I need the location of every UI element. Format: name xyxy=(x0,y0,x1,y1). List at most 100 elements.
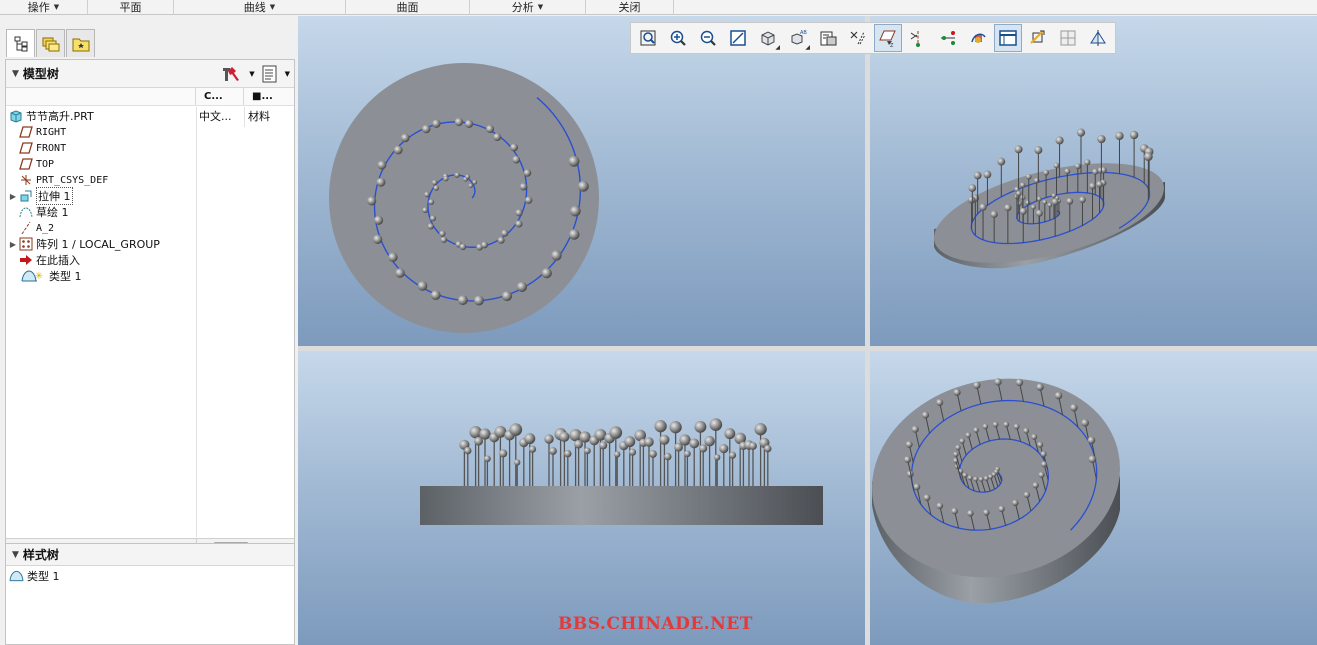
tree-root-item[interactable]: 节节高升.PRT xyxy=(8,108,94,124)
viewport-front-view[interactable]: BBS.CHINADE.NET xyxy=(298,351,865,645)
iso-view-2-model xyxy=(872,378,1120,604)
point-display-icon xyxy=(941,31,955,45)
datum-axis-icon xyxy=(18,221,33,235)
tree-item-0[interactable]: RIGHT xyxy=(8,124,66,140)
collapse-triangle-icon[interactable]: ▼ xyxy=(12,69,19,79)
tree-item-label: PRT_CSYS_DEF xyxy=(36,174,109,186)
display-style-button[interactable]: ◢ xyxy=(754,24,782,52)
ribbon-group-label: 操作 xyxy=(27,1,50,14)
front-view-model xyxy=(420,418,823,525)
style-tree-item[interactable]: 类型 1 xyxy=(9,568,60,584)
chevron-down-icon: ▼ xyxy=(269,3,276,11)
zoom-out-button[interactable] xyxy=(694,24,722,52)
style-tree-item-label: 类型 1 xyxy=(27,570,60,583)
perspective-button[interactable] xyxy=(844,24,872,52)
tree-item-5[interactable]: 草绘 1 xyxy=(8,204,69,220)
tree-item-label: TOP xyxy=(36,158,55,170)
tree-item-1[interactable]: FRONT xyxy=(8,140,66,156)
ribbon-group-label: 分析 xyxy=(511,1,534,14)
sketch-icon xyxy=(18,205,33,219)
ribbon-group-2[interactable]: 曲线 ▼ xyxy=(174,0,346,15)
plane-display-icon: Z xyxy=(879,30,896,48)
csys-display-button[interactable] xyxy=(964,24,992,52)
navigator-panel: ▼ 模型树 ▼ ▼ C... ■... 节节高升.PRT 中文... 材料 RI… xyxy=(0,16,297,645)
axis-display-icon xyxy=(910,31,920,47)
style-tree-header: ▼ 样式树 xyxy=(6,544,294,566)
watermark-text: BBS.CHINADE.NET xyxy=(558,614,753,634)
favorites-tab[interactable] xyxy=(66,29,95,57)
multi-view-button[interactable] xyxy=(1054,24,1082,52)
style-icon xyxy=(9,569,24,583)
expand-arrow-icon[interactable]: ▶ xyxy=(8,192,18,201)
show-options-icon[interactable] xyxy=(261,65,279,83)
plane-display-button[interactable]: Z xyxy=(874,24,902,52)
root-col1-value: 中文... xyxy=(199,110,232,123)
tree-item-7[interactable]: ▶ 阵列 1 / LOCAL_GROUP xyxy=(8,236,160,252)
style-icon: ✳ xyxy=(18,269,46,283)
viewport-top-view[interactable] xyxy=(298,16,865,346)
tree-item-6[interactable]: A_2 xyxy=(8,220,54,236)
collapse-triangle-icon[interactable]: ▼ xyxy=(12,550,19,560)
style-tree-title: 样式树 xyxy=(22,548,59,562)
tangent-edges-button[interactable] xyxy=(1084,24,1112,52)
view-manager-button[interactable] xyxy=(814,24,842,52)
tree-item-label: 在此插入 xyxy=(36,254,80,267)
column-header-2[interactable]: ■... xyxy=(244,88,294,105)
ribbon-group-3[interactable]: 曲面 xyxy=(346,0,470,15)
expand-arrow-icon[interactable]: ▶ xyxy=(8,240,18,249)
style-tree-panel: ▼ 样式树 类型 1 xyxy=(5,543,295,645)
svg-text:Z: Z xyxy=(890,43,894,48)
model-tree-tab[interactable] xyxy=(6,29,35,57)
tree-item-4[interactable]: ▶ 拉伸 1 xyxy=(8,187,73,205)
axis-display-button[interactable] xyxy=(904,24,932,52)
viewport-iso-view-2[interactable] xyxy=(870,351,1317,645)
spin-center-button[interactable] xyxy=(994,24,1022,52)
tree-item-label: FRONT xyxy=(36,142,67,154)
saved-orientations-button[interactable]: AB ◢ xyxy=(784,24,812,52)
zoom-out-icon xyxy=(700,30,716,46)
ribbon-group-0[interactable]: 操作 ▼ xyxy=(0,0,88,15)
view-toolbar: ◢ AB ◢ Z xyxy=(630,22,1116,54)
repaint-button[interactable] xyxy=(724,24,752,52)
model-tree-icon xyxy=(14,36,27,51)
dropdown-arrow-icon[interactable]: ◢ xyxy=(805,44,810,51)
dropdown-arrow-icon[interactable]: ◢ xyxy=(775,44,780,51)
coordinate-system-icon xyxy=(18,173,33,187)
chevron-down-icon: ▼ xyxy=(537,3,544,11)
tree-item-3[interactable]: PRT_CSYS_DEF xyxy=(8,172,108,188)
ribbon-group-1[interactable]: 平面 xyxy=(88,0,174,15)
tree-item-2[interactable]: TOP xyxy=(8,156,54,172)
tree-settings-icon[interactable] xyxy=(221,65,243,83)
viewport-iso-view-1[interactable] xyxy=(870,16,1317,346)
datum-plane-icon xyxy=(18,157,33,171)
ribbon-group-label: 关闭 xyxy=(618,1,641,14)
tree-item-label: 阵列 1 / LOCAL_GROUP xyxy=(36,238,160,251)
zoom-in-button[interactable] xyxy=(664,24,692,52)
folder-browser-icon xyxy=(42,37,59,51)
tree-item-label: 拉伸 1 xyxy=(36,187,73,205)
model-tree-title: 模型树 xyxy=(22,67,59,81)
annotation-display-icon xyxy=(1030,30,1045,44)
folder-browser-tab[interactable] xyxy=(36,29,65,57)
refit-icon xyxy=(640,30,656,46)
tree-item-label: A_2 xyxy=(36,222,55,234)
tree-item-9[interactable]: ✳ 类型 1 xyxy=(8,268,82,284)
point-display-button[interactable] xyxy=(934,24,962,52)
chevron-down-icon[interactable]: ▼ xyxy=(285,70,290,78)
column-header-1[interactable]: C... xyxy=(196,88,244,105)
perspective-icon xyxy=(850,31,866,45)
tree-item-8[interactable]: 在此插入 xyxy=(8,252,80,268)
top-view-model xyxy=(329,63,599,333)
chevron-down-icon[interactable]: ▼ xyxy=(249,70,254,78)
ribbon-group-5[interactable]: 关闭 xyxy=(586,0,674,15)
multi-view-icon xyxy=(1060,30,1076,46)
refit-button[interactable] xyxy=(634,24,662,52)
column-header-name xyxy=(6,88,196,105)
pattern-icon xyxy=(18,237,33,251)
insert-here-icon xyxy=(18,253,33,267)
chevron-down-icon: ▼ xyxy=(53,3,60,11)
csys-display-icon xyxy=(971,33,986,43)
annotation-display-button[interactable] xyxy=(1024,24,1052,52)
navigator-tabs xyxy=(6,29,96,57)
ribbon-group-4[interactable]: 分析 ▼ xyxy=(470,0,586,15)
